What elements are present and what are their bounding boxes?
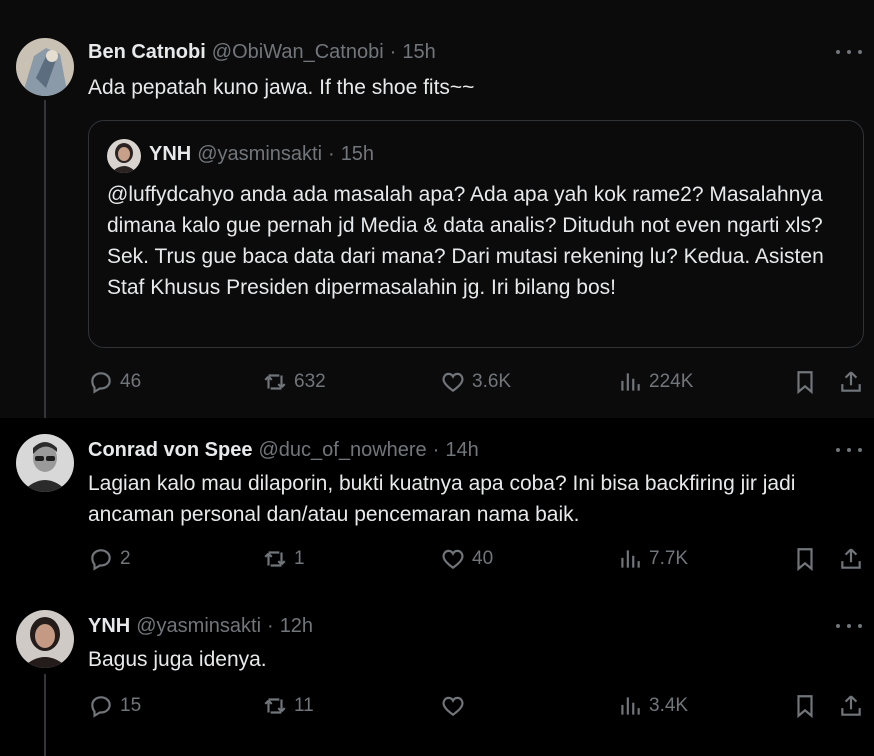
- like-button[interactable]: [440, 691, 472, 721]
- share-button[interactable]: [838, 691, 864, 721]
- repost-icon: [264, 374, 286, 390]
- author-handle[interactable]: @ObiWan_Catnobi: [212, 41, 384, 64]
- separator: ·: [328, 143, 335, 165]
- separator: ·: [432, 438, 440, 461]
- reply-icon: [91, 372, 111, 394]
- reply-button[interactable]: 46: [88, 367, 141, 397]
- reply-count: 2: [120, 548, 131, 569]
- heart-icon: [442, 372, 464, 392]
- repost-count: 632: [294, 371, 326, 392]
- like-count: 3.6K: [472, 371, 512, 392]
- tweet-text: Bagus juga idenya.: [88, 648, 267, 671]
- heart-icon: [442, 549, 464, 569]
- tweet-actions: 46 632 3.6K 224K: [0, 367, 874, 397]
- more-icon[interactable]: [836, 616, 862, 636]
- more-icon[interactable]: [836, 440, 862, 460]
- views-button[interactable]: 3.4K: [617, 691, 688, 721]
- views-count: 3.4K: [649, 695, 689, 716]
- quoted-timestamp: 15h: [340, 143, 375, 165]
- author-name[interactable]: Conrad von Spee: [88, 439, 252, 462]
- separator: ·: [389, 40, 397, 63]
- repost-count: 11: [294, 695, 314, 716]
- tweet-ben-catnobi[interactable]: Ben Catnobi @ObiWan_Catnobi · 15h Ada pe…: [0, 0, 874, 418]
- author-handle[interactable]: @duc_of_nowhere: [258, 439, 426, 462]
- bookmark-icon: [797, 548, 813, 572]
- views-button[interactable]: 7.7K: [617, 544, 688, 574]
- bookmark-icon: [797, 371, 813, 395]
- share-button[interactable]: [838, 544, 864, 574]
- views-icon: [621, 373, 640, 391]
- share-icon: [841, 371, 861, 392]
- tweet-header: Conrad von Spee @duc_of_nowhere · 14h: [88, 437, 479, 463]
- quoted-tweet[interactable]: YNH @yasminsakti · 15h @luffydcahyo anda…: [88, 120, 864, 348]
- share-icon: [841, 548, 861, 569]
- timestamp[interactable]: 12h: [280, 615, 313, 638]
- author-handle[interactable]: @yasminsakti: [136, 615, 261, 638]
- bookmark-icon: [797, 695, 813, 719]
- tweet-header: YNH @yasminsakti · 12h: [88, 613, 313, 639]
- reply-button[interactable]: 2: [88, 544, 131, 574]
- like-count: 40: [472, 548, 494, 569]
- quoted-tweet-header: YNH @yasminsakti · 15h: [149, 143, 374, 166]
- bookmark-button[interactable]: [792, 544, 818, 574]
- views-icon: [621, 550, 640, 568]
- repost-count: 1: [294, 548, 305, 569]
- tweet-conrad-von-spee[interactable]: Conrad von Spee @duc_of_nowhere · 14h La…: [0, 418, 874, 594]
- quoted-author-name: YNH: [149, 143, 192, 165]
- reply-count: 46: [120, 371, 142, 392]
- like-button[interactable]: 40: [440, 544, 493, 574]
- quoted-author-handle: @yasminsakti: [197, 143, 323, 165]
- share-button[interactable]: [838, 367, 864, 397]
- tweet-header: Ben Catnobi @ObiWan_Catnobi · 15h: [88, 39, 436, 65]
- heart-icon: [442, 696, 464, 716]
- repost-button[interactable]: 1: [262, 544, 305, 574]
- avatar: [107, 139, 141, 173]
- reply-icon: [91, 549, 111, 571]
- tweet-text: Ada pepatah kuno jawa. If the shoe fits~…: [88, 76, 475, 99]
- tweet-ynh[interactable]: YNH @yasminsakti · 12h Bagus juga idenya…: [0, 594, 874, 756]
- tweet-text: Lagian kalo mau dilaporin, bukti kuatnya…: [88, 472, 796, 526]
- views-count: 7.7K: [649, 548, 689, 569]
- timestamp[interactable]: 15h: [402, 41, 435, 64]
- author-name[interactable]: YNH: [88, 615, 130, 638]
- avatar[interactable]: [16, 38, 74, 96]
- tweet-actions: 2 1 40 7.7K: [0, 544, 874, 574]
- reply-count: 15: [120, 695, 142, 716]
- timestamp[interactable]: 14h: [445, 439, 478, 462]
- views-button[interactable]: 224K: [617, 367, 693, 397]
- like-button[interactable]: 3.6K: [440, 367, 511, 397]
- repost-button[interactable]: 632: [262, 367, 326, 397]
- more-icon[interactable]: [836, 42, 862, 62]
- repost-button[interactable]: 11: [262, 691, 314, 721]
- avatar[interactable]: [16, 434, 74, 492]
- tweet-actions: 15 11 3.4K: [0, 691, 874, 721]
- repost-icon: [264, 551, 286, 567]
- author-name[interactable]: Ben Catnobi: [88, 41, 206, 64]
- avatar[interactable]: [16, 610, 74, 668]
- reply-icon: [91, 696, 111, 718]
- views-icon: [621, 697, 640, 715]
- separator: ·: [267, 614, 274, 637]
- share-icon: [841, 695, 861, 716]
- views-count: 224K: [649, 371, 694, 392]
- bookmark-button[interactable]: [792, 367, 818, 397]
- reply-button[interactable]: 15: [88, 691, 141, 721]
- repost-icon: [264, 698, 286, 714]
- bookmark-button[interactable]: [792, 691, 818, 721]
- quoted-tweet-text: @luffydcahyo anda ada masalah apa? Ada a…: [107, 183, 824, 299]
